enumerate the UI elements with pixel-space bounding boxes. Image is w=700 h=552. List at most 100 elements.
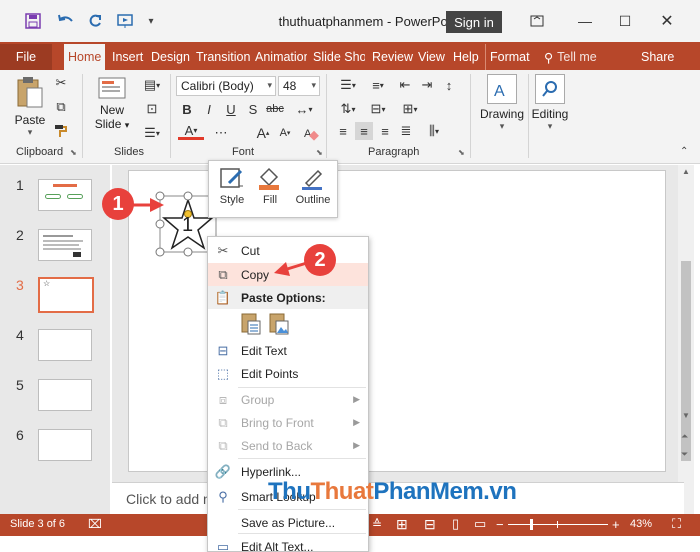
menu-item-save-as-picture[interactable]: Save as Picture...	[208, 511, 368, 534]
tab-view[interactable]: View	[414, 44, 449, 70]
zoom-slider-thumb[interactable]	[530, 519, 533, 530]
decrease-font-size-button[interactable]: A ▾	[276, 124, 294, 142]
paste-keep-source-icon[interactable]	[240, 311, 262, 335]
font-size-combo[interactable]: 48 ▾	[278, 76, 320, 96]
slide-sorter-icon[interactable]: ⊟	[424, 516, 436, 533]
section-icon[interactable]: ☰ ▾	[138, 124, 166, 142]
slide-thumbnail-6[interactable]	[38, 429, 92, 461]
normal-view-icon[interactable]: ⊞	[396, 516, 408, 533]
tab-file[interactable]: File	[0, 44, 52, 70]
vertical-scrollbar[interactable]: ▲ ▼ ⏶ ⏷	[678, 165, 694, 515]
align-text-icon[interactable]: ⊟ ▾	[364, 100, 392, 118]
slide-thumbnail-4[interactable]	[38, 329, 92, 361]
cut-icon[interactable]: ✂	[52, 74, 70, 92]
format-painter-icon[interactable]	[52, 122, 70, 140]
align-center-icon[interactable]: ≡	[355, 122, 373, 140]
paragraph-launcher-icon[interactable]: ⬊	[458, 148, 465, 157]
slide-thumbnail-5[interactable]	[38, 379, 92, 411]
increase-font-size-button[interactable]: A ▴	[254, 124, 272, 142]
menu-item-edit-text[interactable]: ⊟ Edit Text	[208, 339, 368, 362]
tab-animations[interactable]: Animation	[251, 44, 307, 70]
slide-number: 5	[16, 377, 24, 393]
maximize-icon[interactable]: ☐	[610, 8, 640, 34]
paste-button[interactable]: Paste ▾	[10, 76, 50, 138]
menu-item-send-to-back[interactable]: ⧉ Send to Back ▶	[208, 434, 368, 457]
smartart-icon[interactable]: ⊞ ▾	[396, 100, 424, 118]
ribbon-display-options-icon[interactable]	[522, 8, 552, 34]
tab-transitions[interactable]: Transition	[192, 44, 254, 70]
fit-slide-icon[interactable]: ⛶	[672, 516, 681, 532]
tab-help[interactable]: Help	[449, 44, 483, 70]
copy-icon[interactable]: ⧉	[52, 98, 70, 116]
zoom-level[interactable]: 43%	[630, 518, 652, 530]
increase-indent-icon[interactable]: ⇥	[418, 76, 436, 94]
character-spacing-icon[interactable]: ↔ ▾	[290, 100, 318, 118]
zoom-slider[interactable]	[508, 519, 608, 530]
text-direction-icon[interactable]: ⇅ ▾	[334, 100, 362, 118]
clipboard-launcher-icon[interactable]: ⬊	[70, 148, 77, 157]
align-right-icon[interactable]: ≡	[376, 122, 394, 140]
new-slide-button[interactable]: New Slide ▾	[92, 76, 132, 131]
collapse-ribbon-icon[interactable]: ⌃	[680, 146, 688, 157]
shadow-button[interactable]: S	[244, 100, 262, 118]
bullets-icon[interactable]: ☰ ▾	[334, 76, 362, 94]
spell-check-icon[interactable]: ⌧	[88, 517, 102, 531]
columns-icon[interactable]: ⫼ ▾	[420, 122, 448, 140]
drawing-button[interactable]: A Drawing ▾	[478, 74, 526, 132]
tab-insert[interactable]: Insert	[108, 44, 147, 70]
menu-item-group[interactable]: ⧈ Group ▶	[208, 388, 368, 411]
zoom-in-button[interactable]: +	[612, 517, 620, 532]
slide-thumbnail-1[interactable]	[38, 179, 92, 211]
menu-item-edit-points[interactable]: ⬚ Edit Points	[208, 362, 368, 385]
start-from-beginning-icon[interactable]	[116, 12, 134, 30]
align-left-icon[interactable]: ≡	[334, 122, 352, 140]
decrease-indent-icon[interactable]: ⇤	[396, 76, 414, 94]
submenu-arrow-icon: ▶	[353, 394, 360, 404]
highlight-icon[interactable]: ⋯	[208, 124, 234, 142]
shape-fill-button[interactable]: Fill	[255, 167, 285, 206]
customize-toolbar-icon[interactable]: ▾	[142, 12, 160, 30]
group-separator	[528, 74, 529, 158]
shape-style-button[interactable]: Style	[217, 167, 247, 206]
menu-item-bring-to-front[interactable]: ⧉ Bring to Front ▶	[208, 411, 368, 434]
justify-icon[interactable]: ≣	[397, 122, 415, 140]
font-color-button[interactable]: A ▾	[178, 123, 204, 140]
redo-icon[interactable]	[86, 12, 104, 30]
font-name-combo[interactable]: Calibri (Body) ▾	[176, 76, 276, 96]
slide-thumbnail-2[interactable]	[38, 229, 92, 261]
find-icon	[535, 74, 565, 104]
group-separator	[326, 74, 327, 158]
bold-button[interactable]: B	[178, 100, 196, 118]
shape-outline-button[interactable]: Outline	[293, 167, 333, 206]
underline-button[interactable]: U	[222, 100, 240, 118]
share-button[interactable]: Share	[637, 44, 678, 70]
menu-item-edit-alt-text[interactable]: ▭ Edit Alt Text...	[208, 535, 368, 552]
font-launcher-icon[interactable]: ⬊	[316, 148, 323, 157]
clipboard-group-label: Clipboard	[16, 146, 64, 158]
zoom-out-button[interactable]: −	[496, 517, 504, 532]
tab-home[interactable]: Home	[64, 44, 106, 70]
numbering-icon[interactable]: ≡ ▾	[364, 76, 392, 94]
sign-in-button[interactable]: Sign in	[446, 11, 502, 33]
tab-slide-show[interactable]: Slide Show	[309, 44, 365, 70]
save-icon[interactable]	[24, 12, 42, 30]
tab-design[interactable]: Design	[147, 44, 194, 70]
strikethrough-button[interactable]: abc	[264, 100, 286, 118]
line-spacing-icon[interactable]: ↕	[440, 76, 458, 94]
reading-view-icon[interactable]: ▯	[452, 516, 459, 532]
close-icon[interactable]: ✕	[652, 8, 682, 34]
minimize-icon[interactable]: —	[570, 8, 600, 34]
layout-icon[interactable]: ▤ ▾	[138, 76, 166, 94]
slideshow-view-icon[interactable]: ▭	[474, 516, 486, 532]
undo-icon[interactable]	[54, 12, 78, 30]
slide-thumbnail-3[interactable]: ☆	[38, 277, 94, 313]
paste-picture-icon[interactable]	[268, 311, 290, 335]
tab-format[interactable]: Format	[485, 44, 534, 70]
reset-icon[interactable]: ⊡	[138, 100, 166, 118]
clear-formatting-icon[interactable]: A	[302, 124, 320, 142]
italic-button[interactable]: I	[200, 100, 218, 118]
notes-toggle-icon[interactable]: ≙	[372, 517, 382, 531]
tab-review[interactable]: Review	[368, 44, 417, 70]
tell-me-search[interactable]: ⚲ Tell me	[540, 44, 601, 70]
editing-button[interactable]: Editing ▾	[530, 74, 570, 132]
